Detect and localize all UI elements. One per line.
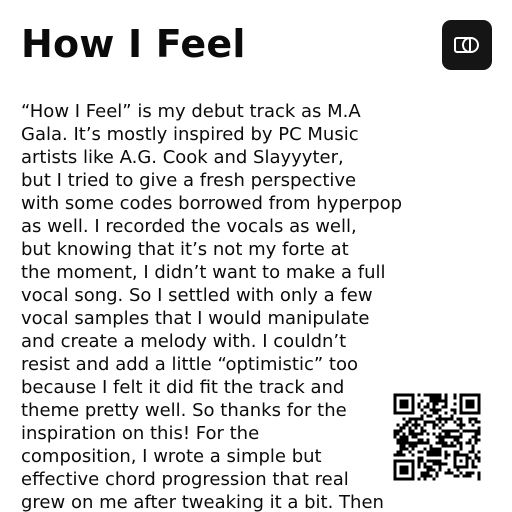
link-icon — [453, 35, 481, 55]
description-line: resist and add a little “optimistic” too — [21, 354, 358, 375]
qr-code — [392, 392, 482, 482]
description-line: but I tried to give a fresh perspective — [21, 170, 357, 191]
description-line: vocal song. So I settled with only a few — [21, 285, 373, 306]
description-line: and create a melody with. I couldn’t — [21, 331, 347, 352]
description-line: “How I Feel” is my debut track as M.A — [21, 101, 361, 122]
page-title: How I Feel — [21, 22, 246, 66]
description-line: as well. I recorded the vocals as well, — [21, 216, 357, 237]
description-line: the moment, I didn’t want to make a full — [21, 262, 386, 283]
share-link-button[interactable] — [442, 20, 492, 70]
description-line: artists like A.G. Cook and Slayyyter, — [21, 147, 344, 168]
description-line: with some codes borrowed from hyperpop — [21, 193, 403, 214]
description-line: vocal samples that I would manipulate — [21, 308, 370, 329]
description-line: but knowing that it’s not my forte at — [21, 239, 349, 260]
description-line: Gala. It’s mostly inspired by PC Music — [21, 124, 359, 145]
description-line: grew on me after tweaking it a bit. Then — [21, 492, 384, 512]
qr-code-icon — [392, 392, 482, 482]
